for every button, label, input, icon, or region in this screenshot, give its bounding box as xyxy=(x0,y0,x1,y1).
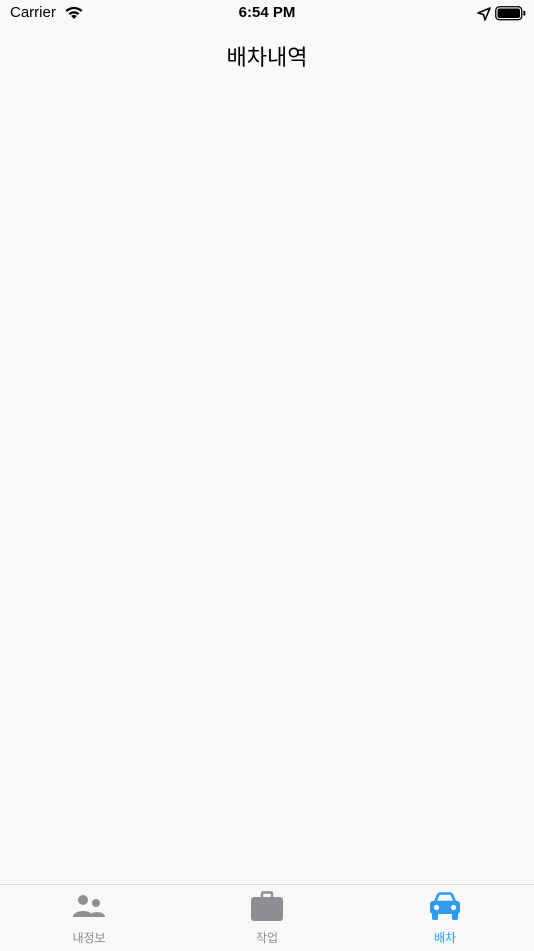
people-icon xyxy=(72,891,106,923)
status-bar: Carrier 6:54 PM xyxy=(0,0,534,28)
battery-icon xyxy=(495,6,527,25)
tab-my-info[interactable]: 내정보 xyxy=(0,885,178,951)
navigation-bar: 배차내역 xyxy=(0,28,534,86)
tab-work[interactable]: 작업 xyxy=(178,885,356,951)
briefcase-icon xyxy=(250,891,284,923)
tab-label: 배차 xyxy=(433,931,457,945)
tab-label: 작업 xyxy=(255,931,279,945)
tab-label: 내정보 xyxy=(72,931,106,945)
tab-bar: 내정보 작업 배차 xyxy=(0,884,534,951)
car-icon xyxy=(428,891,462,923)
status-time: 6:54 PM xyxy=(238,4,296,21)
tab-dispatch[interactable]: 배차 xyxy=(356,885,534,951)
page-title: 배차내역 xyxy=(226,46,308,71)
dispatch-list[interactable] xyxy=(0,86,534,884)
location-arrow-icon xyxy=(477,6,491,25)
